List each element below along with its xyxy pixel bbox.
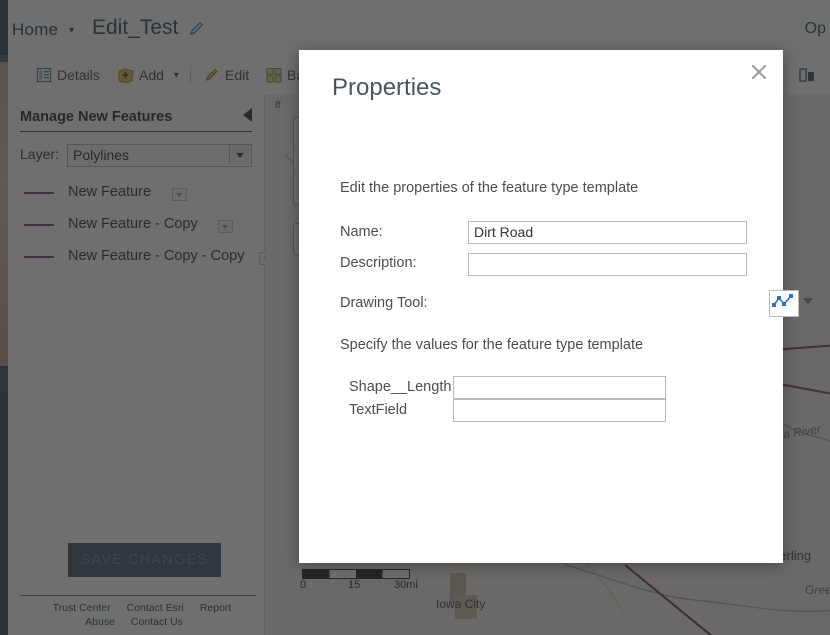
description-field-label: Description: bbox=[340, 255, 417, 271]
textfield-input[interactable] bbox=[453, 399, 666, 422]
name-field-label: Name: bbox=[340, 224, 383, 240]
chevron-down-icon[interactable] bbox=[803, 298, 813, 304]
textfield-label: TextField bbox=[349, 402, 407, 418]
name-input-value: Dirt Road bbox=[474, 224, 533, 240]
description-input[interactable] bbox=[468, 253, 747, 276]
drawing-tool-button[interactable] bbox=[769, 290, 799, 317]
name-input[interactable]: Dirt Road bbox=[468, 221, 747, 244]
dialog-subtitle-properties: Edit the properties of the feature type … bbox=[340, 180, 638, 196]
properties-dialog: Properties Edit the properties of the fe… bbox=[299, 50, 783, 563]
shape-length-input[interactable] bbox=[453, 376, 666, 399]
dialog-title: Properties bbox=[332, 74, 441, 102]
drawing-tool-label: Drawing Tool: bbox=[340, 295, 428, 311]
dialog-subtitle-values: Specify the values for the feature type … bbox=[340, 337, 643, 353]
polyline-tool-icon bbox=[770, 291, 796, 314]
arcgis-map-viewer: Home ▾ Edit_Test Op Details bbox=[0, 0, 830, 635]
shape-length-label: Shape__Length bbox=[349, 379, 451, 395]
close-icon[interactable] bbox=[745, 58, 773, 86]
